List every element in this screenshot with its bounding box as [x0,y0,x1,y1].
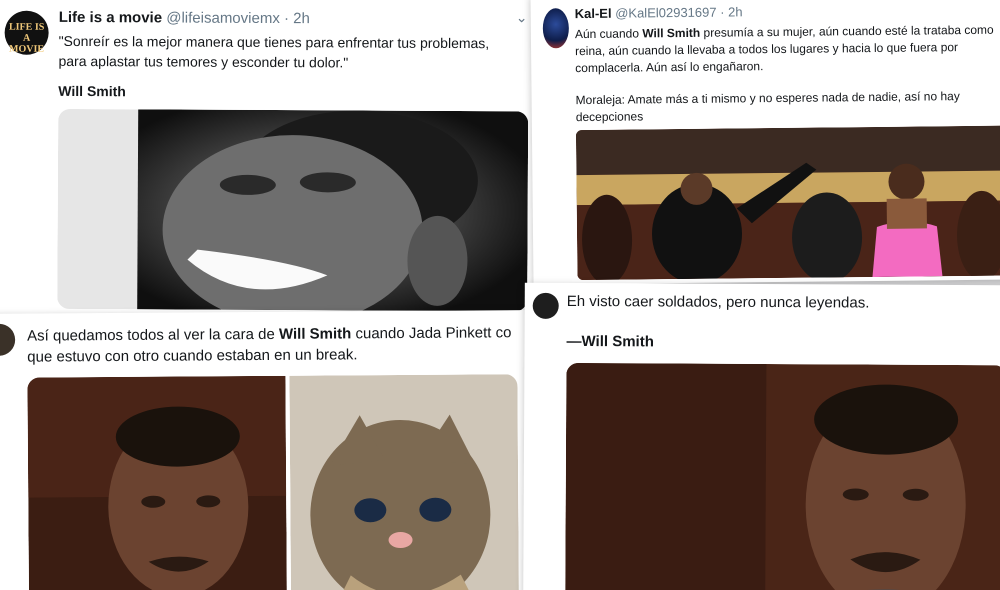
chevron-down-icon[interactable]: ⌄ [516,9,528,26]
tweet-photo-sad-man[interactable] [27,375,288,590]
avatar[interactable] [532,292,559,319]
sad-man-closeup-image [565,362,1000,590]
tweet-photo-smiling-portrait[interactable] [57,108,529,312]
tweet-text-bold: Will Smith [642,25,701,41]
tweet-text: Así quedamos todos al ver la cara de Wil… [27,322,541,368]
tweet-signature: Will Smith [58,82,126,100]
display-name[interactable]: Kal-El [575,6,612,21]
tweet-text: "Sonreír es la mejor manera que tienes p… [58,32,490,71]
tweet-header: Kal-El @KalEl02931697 · 2h [575,4,743,21]
tweet-card-kal-el[interactable]: Kal-El @KalEl02931697 · 2h Aún cuando Wi… [530,0,1000,285]
collage: LIFE IS A MOVIE Life is a movie @lifeisa… [0,0,1000,590]
timestamp[interactable]: · 2h [284,10,310,27]
tweet-text: Eh visto caer soldados, pero nunca leyen… [566,292,870,312]
timestamp[interactable]: · 2h [720,4,743,19]
tweet-header: Life is a movie @lifeisamoviemx · 2h [59,9,310,27]
tweet-text-part: Aún cuando [574,26,643,42]
display-name[interactable]: Life is a movie [59,9,162,27]
tweet-card-life-is-a-movie[interactable]: LIFE IS A MOVIE Life is a movie @lifeisa… [0,0,546,322]
avatar-logo-text: LIFE IS A MOVIE [8,21,45,55]
tweet-card-legends[interactable]: Eh visto caer soldados, pero nunca leyen… [523,282,1000,590]
tweet-photo-red-carpet[interactable] [575,125,1000,281]
tweet-card-meme-cat[interactable]: Así quedamos todos al ver la cara de Wil… [0,310,542,590]
tweet-moral: Moraleja: Amate más a ti mismo y no espe… [575,89,960,125]
tweet-text: Aún cuando Will Smith presumía a su muje… [575,22,1000,78]
tweet-text-bold: Will Smith [278,325,352,343]
avatar[interactable]: LIFE IS A MOVIE [4,10,49,55]
sad-man-image [27,375,288,590]
tweet-photo-sad-man-closeup[interactable] [565,362,1000,590]
smiling-man-image [57,108,529,312]
tweet-text-part: Así quedamos todos al ver la cara de [27,325,279,345]
tweet-text-line2: que estuvo con otro cuando estaban en un… [27,346,358,366]
crying-cat-image [289,374,520,590]
avatar[interactable] [0,323,16,356]
handle[interactable]: @KalEl02931697 [615,5,717,21]
tweet-photo-crying-cat[interactable] [289,374,520,590]
tweet-text-part: cuando Jada Pinkett co [351,324,512,343]
avatar[interactable] [542,8,570,49]
red-carpet-image [575,125,1000,281]
tweet-signature: —Will Smith [566,332,654,351]
handle[interactable]: @lifeisamoviemx [166,9,280,27]
